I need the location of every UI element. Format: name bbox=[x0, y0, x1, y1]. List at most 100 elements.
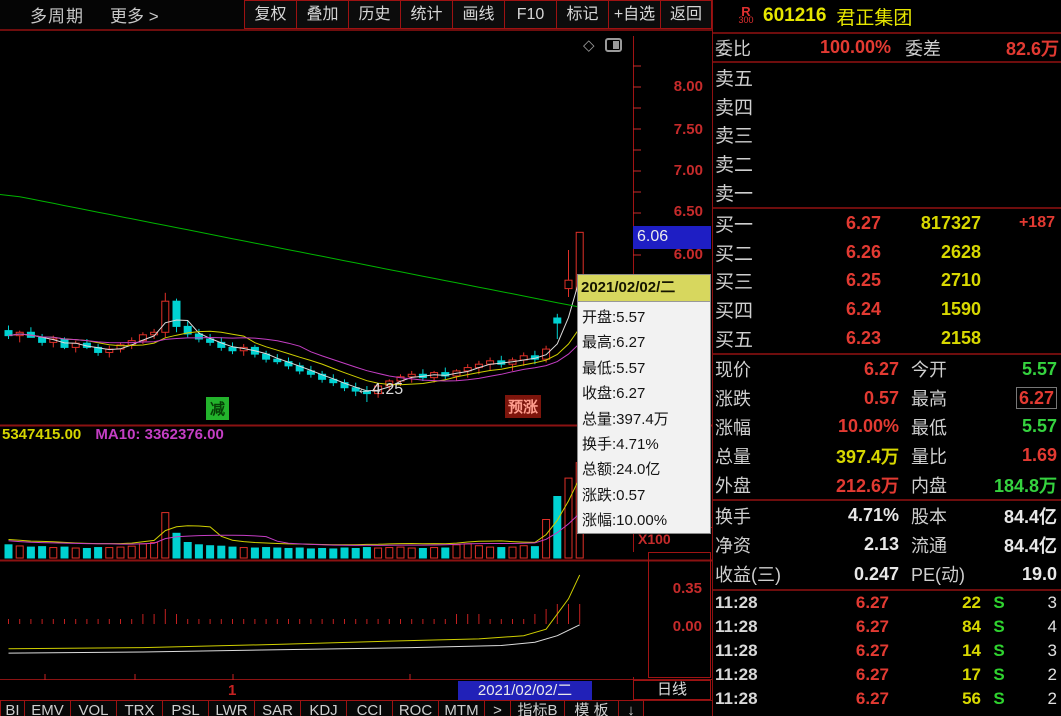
tick-volume: 14 bbox=[889, 641, 981, 661]
weibi-row: 委比 100.00% 委差 82.6万 bbox=[713, 34, 1061, 63]
volume-ma5-value: 5347415.00 bbox=[2, 426, 81, 443]
sell-signal-badge: 减 bbox=[206, 397, 229, 420]
bid-label: 买四 bbox=[715, 296, 771, 323]
stat-label: 涨跌 bbox=[715, 385, 807, 411]
tick-price: 6.27 bbox=[779, 689, 889, 709]
tab-more-arrow[interactable]: > bbox=[484, 700, 510, 716]
tick-time: 11:28 bbox=[715, 689, 779, 709]
crosshair-price-box: 6.06 bbox=[633, 226, 711, 249]
tick-volume: 17 bbox=[889, 665, 981, 685]
fund-row: 收益(三)0.247PE(动)19.0 bbox=[713, 560, 1061, 589]
tick-volume: 84 bbox=[889, 617, 981, 637]
indicator-axis-label: 0.35 bbox=[633, 580, 702, 597]
stat-value: 2.13 bbox=[807, 534, 899, 555]
tick-price: 6.27 bbox=[779, 665, 889, 685]
stat-label: 股本 bbox=[899, 503, 991, 529]
bid-volume: 2158 bbox=[881, 328, 981, 349]
current-date-box: 2021/02/02/二 bbox=[458, 681, 592, 700]
stat-label: 流通 bbox=[899, 532, 991, 558]
ask-row: 卖五 bbox=[713, 63, 1061, 92]
tab-indicator[interactable]: ROC bbox=[392, 700, 438, 716]
tab-indicator[interactable]: SAR bbox=[254, 700, 300, 716]
tab-indicator[interactable]: VOL bbox=[70, 700, 116, 716]
tick-row: 11:286.2756S2 bbox=[713, 687, 1061, 711]
stat-value: 1.69 bbox=[991, 445, 1059, 466]
bid-price: 6.25 bbox=[771, 270, 881, 291]
stat-label: 最高 bbox=[899, 385, 991, 411]
tab-indicator[interactable]: LWR bbox=[208, 700, 254, 716]
bid-label: 买二 bbox=[715, 239, 771, 266]
tooltip-line: 总量:397.4万 bbox=[582, 407, 710, 432]
stat-label: 外盘 bbox=[715, 472, 807, 498]
bid-row: 买二6.262628 bbox=[713, 238, 1061, 267]
tick-list[interactable]: 11:286.2722S3 11:286.2784S4 11:286.2714S… bbox=[713, 591, 1061, 711]
bid-price: 6.26 bbox=[771, 242, 881, 263]
bid-label: 买一 bbox=[715, 210, 771, 237]
bid-volume: 1590 bbox=[881, 299, 981, 320]
bid-row: 买一6.27817327+187 bbox=[713, 209, 1061, 238]
diamond-icon[interactable]: ◇ bbox=[583, 36, 595, 54]
period-selector[interactable]: 日线 bbox=[633, 680, 711, 700]
bid-volume: 2710 bbox=[881, 270, 981, 291]
ask-label: 卖三 bbox=[715, 121, 771, 148]
stat-value: 5.57 bbox=[991, 359, 1059, 380]
bid-price: 6.23 bbox=[771, 328, 881, 349]
quote-row: 外盘212.6万内盘184.8万 bbox=[713, 470, 1061, 499]
tick-time: 11:28 bbox=[715, 665, 779, 685]
fund-row: 换手4.71%股本84.4亿 bbox=[713, 501, 1061, 530]
quote-row: 涨幅10.00%最低5.57 bbox=[713, 413, 1061, 442]
panel-layout-icon[interactable] bbox=[605, 38, 622, 52]
quote-row: 涨跌0.57最高6.27 bbox=[713, 384, 1061, 413]
tab-indicator[interactable]: CCI bbox=[346, 700, 392, 716]
stat-value: 84.4亿 bbox=[991, 503, 1059, 529]
badge-300: 300 bbox=[733, 16, 759, 25]
tooltip-line: 换手:4.71% bbox=[582, 432, 710, 457]
bid-row: 买五6.232158 bbox=[713, 324, 1061, 353]
tab-down-arrow[interactable]: ↓ bbox=[618, 700, 644, 716]
bid-row: 买三6.252710 bbox=[713, 267, 1061, 296]
stat-label: 换手 bbox=[715, 503, 807, 529]
ask-label: 卖五 bbox=[715, 64, 771, 91]
price-axis-label: 6.50 bbox=[633, 203, 703, 220]
weibi-value: 100.00% bbox=[771, 37, 891, 58]
tick-side: S bbox=[981, 665, 1017, 685]
tooltip-date: 2021/02/02/二 bbox=[578, 275, 710, 302]
bid-levels: 买一6.27817327+187 买二6.262628 买三6.252710 买… bbox=[713, 209, 1061, 355]
tab-indicator[interactable]: TRX bbox=[116, 700, 162, 716]
stat-value: 4.71% bbox=[807, 505, 899, 526]
tick-side: S bbox=[981, 617, 1017, 637]
stat-label: 涨幅 bbox=[715, 414, 807, 440]
tab-indicator[interactable]: PSL bbox=[162, 700, 208, 716]
bid-row: 买四6.241590 bbox=[713, 295, 1061, 324]
rise-signal-badge: 预涨 bbox=[505, 395, 541, 418]
tab-template[interactable]: 模 板 bbox=[564, 700, 618, 716]
tab-indicator[interactable]: BI bbox=[0, 700, 24, 716]
ask-label: 卖四 bbox=[715, 93, 771, 120]
tick-row: 11:286.2717S2 bbox=[713, 663, 1061, 687]
tick-volume: 56 bbox=[889, 689, 981, 709]
stat-label: 今开 bbox=[899, 356, 991, 382]
stock-header: R 300 601216 君正集团 bbox=[713, 0, 1061, 34]
stat-label: 现价 bbox=[715, 356, 807, 382]
tab-indicator-b[interactable]: 指标B bbox=[510, 700, 564, 716]
stat-value: 6.27 bbox=[807, 359, 899, 380]
tooltip-line: 收盘:6.27 bbox=[582, 381, 710, 406]
tick-side: S bbox=[981, 593, 1017, 613]
tick-price: 6.27 bbox=[779, 593, 889, 613]
indicator-axis-label: 0.00 bbox=[633, 618, 702, 635]
tab-indicator[interactable]: EMV bbox=[24, 700, 70, 716]
tick-row: 11:286.2722S3 bbox=[713, 591, 1061, 615]
price-axis-label: 7.00 bbox=[633, 162, 703, 179]
chart-region[interactable]: ◇ 8.00 7.50 7.00 6.50 6.00 6.06 减 ←4.25 … bbox=[0, 31, 712, 716]
tab-indicator[interactable]: KDJ bbox=[300, 700, 346, 716]
stat-value: 84.4亿 bbox=[991, 532, 1059, 558]
stock-code: 601216 bbox=[763, 5, 826, 27]
stat-label: 收益(三) bbox=[715, 561, 807, 587]
stat-label: PE(动) bbox=[899, 561, 991, 587]
weicha-value: 82.6万 bbox=[971, 35, 1059, 61]
tooltip-line: 总额:24.0亿 bbox=[582, 457, 710, 482]
tick-time: 11:28 bbox=[715, 617, 779, 637]
tab-indicator[interactable]: MTM bbox=[438, 700, 484, 716]
tick-count: 4 bbox=[1017, 617, 1059, 637]
date-axis-month-tick: 1 bbox=[228, 682, 236, 699]
